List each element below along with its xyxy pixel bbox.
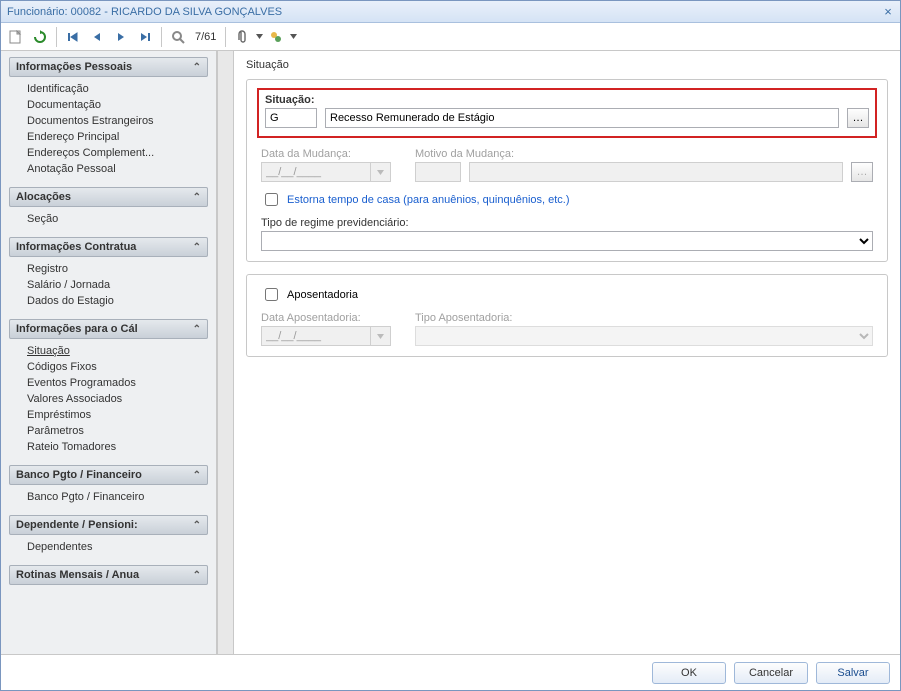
situacao-highlight: Situação: … — [257, 88, 877, 138]
ok-button[interactable]: OK — [652, 662, 726, 684]
main-title: Situação — [246, 59, 888, 71]
action-button[interactable] — [265, 26, 287, 48]
calendar-icon — [371, 162, 391, 182]
situacao-panel: Situação: … Data da Mudança: — [246, 79, 888, 262]
sidebar-item[interactable]: Documentos Estrangeiros — [27, 113, 208, 129]
group-header[interactable]: Rotinas Mensais / Anua⌃ — [9, 565, 208, 585]
sidebar-item[interactable]: Empréstimos — [27, 407, 208, 423]
regime-select[interactable] — [261, 231, 873, 251]
sidebar-item[interactable]: Parâmetros — [27, 423, 208, 439]
separator — [56, 27, 57, 47]
titlebar: Funcionário: 00082 - RICARDO DA SILVA GO… — [1, 1, 900, 23]
search-button[interactable] — [167, 26, 189, 48]
nav-next-button[interactable] — [110, 26, 132, 48]
sidebar-item[interactable]: Identificação — [27, 81, 208, 97]
motivo-code-input — [415, 162, 461, 182]
calendar-icon — [371, 326, 391, 346]
footer: OK Cancelar Salvar — [1, 654, 900, 690]
sidebar-item[interactable]: Dependentes — [27, 539, 208, 555]
estorna-checkbox[interactable] — [265, 193, 278, 206]
sidebar[interactable]: Informações Pessoais⌃IdentificaçãoDocume… — [1, 51, 217, 654]
aposentadoria-label: Aposentadoria — [287, 289, 358, 301]
sidebar-item[interactable]: Dados do Estagio — [27, 293, 208, 309]
sidebar-item[interactable]: Situação — [27, 343, 208, 359]
attach-dropdown[interactable] — [255, 33, 263, 40]
group-header[interactable]: Informações Pessoais⌃ — [9, 57, 208, 77]
save-button[interactable]: Salvar — [816, 662, 890, 684]
separator — [161, 27, 162, 47]
group-items: Dependentes — [9, 535, 208, 559]
nav-first-button[interactable] — [62, 26, 84, 48]
situacao-label: Situação: — [265, 94, 869, 106]
new-button[interactable] — [5, 26, 27, 48]
separator — [225, 27, 226, 47]
group-header[interactable]: Informações para o Cál⌃ — [9, 319, 208, 339]
estorna-checkbox-row: Estorna tempo de casa (para anuênios, qu… — [261, 190, 873, 209]
sidebar-item[interactable]: Seção — [27, 211, 208, 227]
action-dropdown[interactable] — [289, 33, 297, 40]
chevron-up-icon: ⌃ — [193, 520, 201, 531]
window-title: Funcionário: 00082 - RICARDO DA SILVA GO… — [7, 6, 882, 18]
sidebar-item[interactable]: Documentação — [27, 97, 208, 113]
chevron-up-icon: ⌃ — [193, 324, 201, 335]
sidebar-item[interactable]: Rateio Tomadores — [27, 439, 208, 455]
data-mudanca-input — [261, 162, 371, 182]
refresh-button[interactable] — [29, 26, 51, 48]
motivo-desc-input — [469, 162, 843, 182]
situacao-code-input[interactable] — [265, 108, 317, 128]
data-aposentadoria-label: Data Aposentadoria: — [261, 312, 391, 324]
nav-prev-button[interactable] — [86, 26, 108, 48]
sidebar-item[interactable]: Valores Associados — [27, 391, 208, 407]
group-header[interactable]: Dependente / Pensioni:⌃ — [9, 515, 208, 535]
chevron-up-icon: ⌃ — [193, 192, 201, 203]
situacao-lookup-button[interactable]: … — [847, 108, 869, 128]
motivo-mudanca-label: Motivo da Mudança: — [415, 148, 873, 160]
nav-last-button[interactable] — [134, 26, 156, 48]
sidebar-item[interactable]: Códigos Fixos — [27, 359, 208, 375]
group-header[interactable]: Alocações⌃ — [9, 187, 208, 207]
record-counter: 7/61 — [195, 31, 216, 43]
group-items: Seção — [9, 207, 208, 231]
cancel-button[interactable]: Cancelar — [734, 662, 808, 684]
motivo-lookup-button: … — [851, 162, 873, 182]
sidebar-item[interactable]: Eventos Programados — [27, 375, 208, 391]
data-mudanca-label: Data da Mudança: — [261, 148, 391, 160]
group-items: IdentificaçãoDocumentaçãoDocumentos Estr… — [9, 77, 208, 181]
body: Informações Pessoais⌃IdentificaçãoDocume… — [1, 51, 900, 654]
group-header[interactable]: Banco Pgto / Financeiro⌃ — [9, 465, 208, 485]
sidebar-item[interactable]: Endereços Complement... — [27, 145, 208, 161]
aposentadoria-checkbox[interactable] — [265, 288, 278, 301]
attach-button[interactable] — [231, 26, 253, 48]
tipo-aposentadoria-select — [415, 326, 873, 346]
sidebar-item[interactable]: Salário / Jornada — [27, 277, 208, 293]
situacao-desc-input[interactable] — [325, 108, 839, 128]
chevron-up-icon: ⌃ — [193, 470, 201, 481]
group-header[interactable]: Informações Contratua⌃ — [9, 237, 208, 257]
close-icon[interactable]: × — [882, 6, 894, 18]
sidebar-item[interactable]: Endereço Principal — [27, 129, 208, 145]
chevron-up-icon: ⌃ — [193, 242, 201, 253]
estorna-label: Estorna tempo de casa (para anuênios, qu… — [287, 194, 570, 206]
toolbar: 7/61 — [1, 23, 900, 51]
chevron-up-icon: ⌃ — [193, 62, 201, 73]
sidebar-scrollbar[interactable] — [217, 51, 234, 654]
group-items: SituaçãoCódigos FixosEventos Programados… — [9, 339, 208, 459]
main-panel: Situação Situação: … Data da Mudança: — [234, 51, 900, 654]
window: Funcionário: 00082 - RICARDO DA SILVA GO… — [0, 0, 901, 691]
regime-label: Tipo de regime previdenciário: — [261, 217, 873, 229]
sidebar-item[interactable]: Registro — [27, 261, 208, 277]
group-items: Banco Pgto / Financeiro — [9, 485, 208, 509]
group-items: RegistroSalário / JornadaDados do Estagi… — [9, 257, 208, 313]
tipo-aposentadoria-label: Tipo Aposentadoria: — [415, 312, 873, 324]
data-aposentadoria-input — [261, 326, 371, 346]
sidebar-item[interactable]: Banco Pgto / Financeiro — [27, 489, 208, 505]
sidebar-item[interactable]: Anotação Pessoal — [27, 161, 208, 177]
aposentadoria-panel: Aposentadoria Data Aposentadoria: Tipo A… — [246, 274, 888, 357]
chevron-up-icon: ⌃ — [193, 570, 201, 581]
